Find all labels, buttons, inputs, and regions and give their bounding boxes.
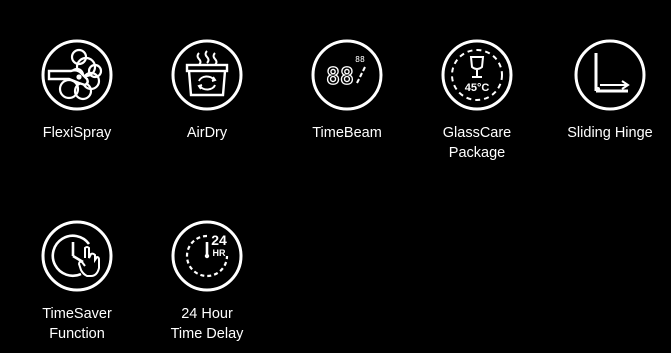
feature-label-flexispray: FlexiSpray: [42, 125, 112, 141]
time-delay-24h-icon: 24 HR: [171, 220, 243, 292]
feature-label-airdry: AirDry: [186, 125, 228, 141]
glasscare-temperature: 45°C: [465, 82, 490, 94]
sliding-hinge-icon: [574, 39, 646, 111]
flexispray-icon: [41, 39, 113, 111]
timesaver-icon: [41, 220, 113, 292]
feature-24-hour-time-delay: 24 HR 24 Hour Time Delay: [142, 218, 272, 344]
timebeam-digits: 88: [326, 64, 354, 90]
glasscare-icon: 45°C: [441, 39, 513, 111]
feature-timebeam: 88 88 TimeBeam: [282, 37, 412, 143]
feature-sliding-hinge: Sliding Hinge: [545, 37, 671, 143]
feature-panel: FlexiSpray AirDry 88 88 TimeBeam 45°C Gl…: [0, 0, 671, 353]
timebeam-icon: 88 88: [311, 39, 383, 111]
feature-flexispray: FlexiSpray: [12, 37, 142, 143]
feature-glasscare: 45°C GlassCare Package: [412, 37, 542, 163]
time-delay-hours: 24: [211, 232, 227, 248]
feature-timesaver: TimeSaver Function: [12, 218, 142, 344]
time-delay-unit: HR: [213, 248, 226, 258]
feature-airdry: AirDry: [142, 37, 272, 143]
airdry-icon: [171, 39, 243, 111]
feature-label-timesaver: TimeSaver Function: [42, 306, 112, 342]
feature-label-24-hour-time-delay: 24 Hour Time Delay: [170, 306, 244, 342]
feature-label-glasscare: GlassCare Package: [442, 125, 512, 161]
timebeam-small-digits: 88: [355, 55, 365, 64]
feature-label-timebeam: TimeBeam: [312, 125, 382, 141]
feature-label-sliding-hinge: Sliding Hinge: [567, 125, 653, 141]
